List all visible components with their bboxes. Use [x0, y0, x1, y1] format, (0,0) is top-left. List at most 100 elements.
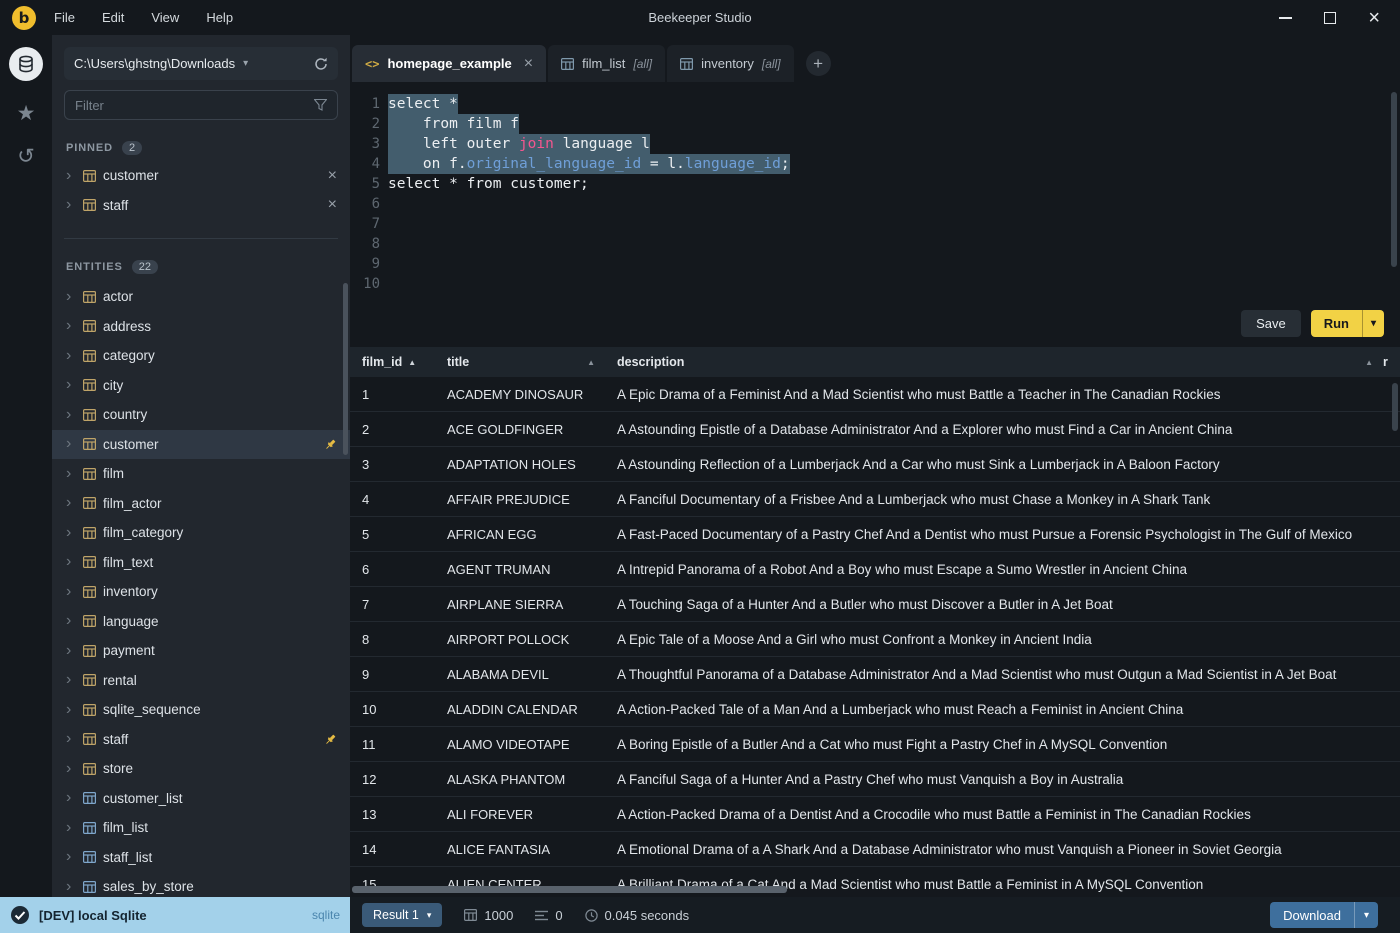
chevron-right-icon[interactable]: › [66, 436, 76, 452]
cell-film-id[interactable]: 13 [350, 807, 435, 822]
result-tab-selector[interactable]: Result 1 ▾ [362, 903, 443, 927]
sort-asc-icon[interactable]: ▲ [1365, 358, 1373, 367]
entity-item[interactable]: › film_text [52, 548, 350, 578]
entity-item[interactable]: › language [52, 607, 350, 637]
cell-title[interactable]: ALABAMA DEVIL [435, 667, 605, 682]
cell-title[interactable]: AFRICAN EGG [435, 527, 605, 542]
cell-film-id[interactable]: 12 [350, 772, 435, 787]
cell-film-id[interactable]: 8 [350, 632, 435, 647]
table-row[interactable]: 7 AIRPLANE SIERRA A Touching Saga of a H… [350, 587, 1400, 622]
cell-film-id[interactable]: 9 [350, 667, 435, 682]
cell-description[interactable]: A Action-Packed Tale of a Man And a Lumb… [605, 702, 1400, 717]
pin-icon[interactable] [324, 733, 337, 746]
cell-title[interactable]: ACE GOLDFINGER [435, 422, 605, 437]
entity-item[interactable]: › film_actor [52, 489, 350, 519]
history-icon[interactable]: ↺ [17, 146, 35, 167]
unpin-close-icon[interactable]: × [328, 167, 337, 184]
entity-item[interactable]: › store [52, 754, 350, 784]
results-scrollbar[interactable] [1392, 383, 1398, 431]
cell-description[interactable]: A Intrepid Panorama of a Robot And a Boy… [605, 562, 1400, 577]
entity-item[interactable]: › customer_list [52, 784, 350, 814]
tab-inventory[interactable]: inventory [all] [667, 45, 794, 82]
cell-film-id[interactable]: 11 [350, 737, 435, 752]
close-tab-icon[interactable]: × [524, 55, 533, 72]
chevron-right-icon[interactable]: › [66, 288, 76, 305]
table-row[interactable]: 2 ACE GOLDFINGER A Astounding Epistle of… [350, 412, 1400, 447]
entity-item[interactable]: › customer [52, 429, 350, 459]
refresh-icon[interactable] [314, 57, 328, 71]
close-icon[interactable]: × [1368, 8, 1380, 28]
download-button-label[interactable]: Download [1270, 908, 1354, 923]
column-header-description[interactable]: description ▲ [605, 355, 1383, 369]
cell-description[interactable]: A Fanciful Saga of a Hunter And a Pastry… [605, 772, 1400, 787]
table-row[interactable]: 11 ALAMO VIDEOTAPE A Boring Epistle of a… [350, 727, 1400, 762]
new-tab-button[interactable]: + [805, 51, 831, 76]
entity-item[interactable]: › staff [52, 725, 350, 755]
entity-item[interactable]: › category [52, 341, 350, 371]
code-area[interactable]: 1 select * 2 from film f3 left outer join … [350, 82, 1400, 294]
table-row[interactable]: 9 ALABAMA DEVIL A Thoughtful Panorama of… [350, 657, 1400, 692]
run-button-label[interactable]: Run [1311, 316, 1362, 331]
tab-film-list[interactable]: film_list [all] [548, 45, 666, 82]
chevron-right-icon[interactable]: › [66, 819, 76, 836]
cell-title[interactable]: AFFAIR PREJUDICE [435, 492, 605, 507]
code-line[interactable]: 10 [350, 274, 1400, 294]
pinned-item[interactable]: › staff × [52, 191, 350, 221]
chevron-right-icon[interactable]: › [66, 642, 76, 659]
table-row[interactable]: 3 ADAPTATION HOLES A Astounding Reflecti… [350, 447, 1400, 482]
pin-icon[interactable] [324, 438, 337, 451]
cell-film-id[interactable]: 14 [350, 842, 435, 857]
table-row[interactable]: 13 ALI FOREVER A Action-Packed Drama of … [350, 797, 1400, 832]
code-line[interactable]: 8 [350, 234, 1400, 254]
chevron-right-icon[interactable]: › [66, 465, 76, 482]
chevron-right-icon[interactable]: › [66, 790, 76, 806]
sort-asc-icon[interactable]: ▲ [587, 358, 595, 367]
entity-item[interactable]: › actor [52, 282, 350, 312]
editor-scrollbar[interactable] [1391, 92, 1397, 267]
entity-item[interactable]: › rental [52, 666, 350, 696]
download-options-caret-icon[interactable]: ▾ [1354, 902, 1378, 928]
minimize-icon[interactable] [1279, 16, 1293, 19]
code-line[interactable]: 6 [350, 194, 1400, 214]
table-row[interactable]: 14 ALICE FANTASIA A Emotional Drama of a… [350, 832, 1400, 867]
menu-help[interactable]: Help [206, 10, 233, 25]
cell-title[interactable]: ALICE FANTASIA [435, 842, 605, 857]
cell-title[interactable]: ALADDIN CALENDAR [435, 702, 605, 717]
code-line[interactable]: 7 [350, 214, 1400, 234]
table-row[interactable]: 6 AGENT TRUMAN A Intrepid Panorama of a … [350, 552, 1400, 587]
favorites-star-icon[interactable]: ★ [17, 103, 36, 124]
table-row[interactable]: 4 AFFAIR PREJUDICE A Fanciful Documentar… [350, 482, 1400, 517]
chevron-right-icon[interactable]: › [66, 583, 76, 600]
entity-item[interactable]: › city [52, 371, 350, 401]
table-row[interactable]: 1 ACADEMY DINOSAUR A Epic Drama of a Fem… [350, 377, 1400, 412]
run-button[interactable]: Run ▾ [1310, 310, 1384, 337]
menu-edit[interactable]: Edit [102, 10, 124, 25]
cell-film-id[interactable]: 6 [350, 562, 435, 577]
cell-title[interactable]: ALAMO VIDEOTAPE [435, 737, 605, 752]
chevron-right-icon[interactable]: › [66, 377, 76, 393]
table-row[interactable]: 12 ALASKA PHANTOM A Fanciful Saga of a H… [350, 762, 1400, 797]
entity-item[interactable]: › payment [52, 636, 350, 666]
cell-description[interactable]: A Astounding Epistle of a Database Admin… [605, 422, 1400, 437]
cell-title[interactable]: ADAPTATION HOLES [435, 457, 605, 472]
cell-title[interactable]: ALI FOREVER [435, 807, 605, 822]
entity-item[interactable]: › staff_list [52, 843, 350, 873]
menu-file[interactable]: File [54, 10, 75, 25]
chevron-right-icon[interactable]: › [66, 878, 76, 895]
chevron-right-icon[interactable]: › [66, 849, 76, 865]
entity-item[interactable]: › film [52, 459, 350, 489]
entities-section-header[interactable]: ENTITIES 22 [66, 260, 336, 274]
code-line[interactable]: 2 from film f [350, 114, 1400, 134]
chevron-right-icon[interactable]: › [66, 672, 76, 688]
code-line[interactable]: 3 left outer join language l [350, 134, 1400, 154]
pinned-section-header[interactable]: PINNED 2 [66, 141, 336, 155]
cell-film-id[interactable]: 1 [350, 387, 435, 402]
cell-description[interactable]: A Emotional Drama of a A Shark And a Dat… [605, 842, 1400, 857]
entity-item[interactable]: › sales_by_store [52, 872, 350, 897]
chevron-right-icon[interactable]: › [66, 495, 76, 511]
cell-description[interactable]: A Thoughtful Panorama of a Database Admi… [605, 667, 1400, 682]
cell-film-id[interactable]: 4 [350, 492, 435, 507]
cell-description[interactable]: A Action-Packed Drama of a Dentist And a… [605, 807, 1400, 822]
cell-description[interactable]: A Fanciful Documentary of a Frisbee And … [605, 492, 1400, 507]
code-line[interactable]: 4 on f.original_language_id = l.language… [350, 154, 1400, 174]
